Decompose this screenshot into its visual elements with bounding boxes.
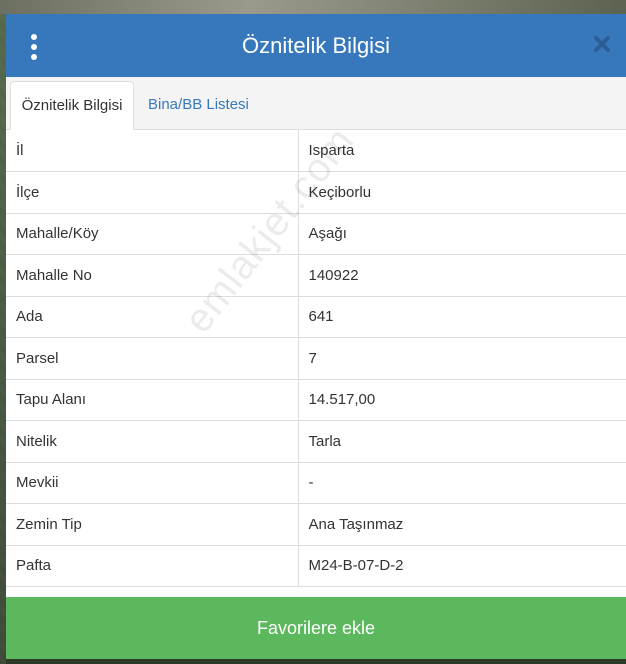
table-row: İlçe Keçiborlu (6, 171, 626, 214)
attribute-value: M24-B-07-D-2 (298, 545, 626, 587)
attribute-value: Aşağı (298, 213, 626, 255)
attribute-key: Ada (6, 296, 299, 338)
attribute-value: 7 (298, 337, 626, 380)
table-row: Pafta M24-B-07-D-2 (6, 545, 626, 587)
vertical-dots-icon[interactable] (28, 34, 40, 60)
attribute-value: Keçiborlu (298, 171, 626, 214)
attribute-value: 140922 (298, 254, 626, 297)
close-icon[interactable] (592, 34, 612, 54)
attribute-key: İl (6, 130, 299, 172)
attribute-value: Tarla (298, 420, 626, 463)
add-to-favorites-button[interactable]: Favorilere ekle (6, 597, 626, 659)
attribute-key: Mevkii (6, 462, 299, 504)
attribute-key: Tapu Alanı (6, 379, 299, 421)
tab-building-list[interactable]: Bina/BB Listesi (138, 81, 259, 129)
table-row: Mahalle No 140922 (6, 254, 626, 297)
table-row: Mevkii - (6, 462, 626, 504)
tab-attribute-info[interactable]: Öznitelik Bilgisi (10, 81, 134, 130)
attribute-info-dialog: Öznitelik Bilgisi Öznitelik Bilgisi Bina… (6, 14, 626, 664)
table-row: Zemin Tip Ana Taşınmaz (6, 503, 626, 546)
tab-bar: Öznitelik Bilgisi Bina/BB Listesi (6, 77, 626, 130)
attribute-key: Mahalle No (6, 254, 299, 297)
attribute-key: Pafta (6, 545, 299, 587)
attribute-key: Zemin Tip (6, 503, 299, 546)
attribute-value: 641 (298, 296, 626, 338)
dialog-header: Öznitelik Bilgisi (6, 14, 626, 77)
table-row: Ada 641 (6, 296, 626, 338)
attribute-table: İl Isparta İlçe Keçiborlu Mahalle/Köy Aşağı Ma… (6, 130, 626, 587)
attribute-key: Nitelik (6, 420, 299, 463)
attribute-value: Ana Taşınmaz (298, 503, 626, 546)
table-row: İl Isparta (6, 130, 626, 172)
attribute-value: 14.517,00 (298, 379, 626, 421)
map-toolbar-strip (0, 0, 626, 14)
map-bottom-strip (6, 659, 626, 664)
attribute-value: - (298, 462, 626, 504)
attribute-key: İlçe (6, 171, 299, 214)
dialog-title: Öznitelik Bilgisi (242, 32, 390, 58)
table-row: Mahalle/Köy Aşağı (6, 213, 626, 255)
attribute-key: Mahalle/Köy (6, 213, 299, 255)
table-row: Parsel 7 (6, 337, 626, 380)
table-row: Nitelik Tarla (6, 420, 626, 463)
attribute-value: Isparta (298, 130, 626, 172)
table-row: Tapu Alanı 14.517,00 (6, 379, 626, 421)
attribute-key: Parsel (6, 337, 299, 380)
